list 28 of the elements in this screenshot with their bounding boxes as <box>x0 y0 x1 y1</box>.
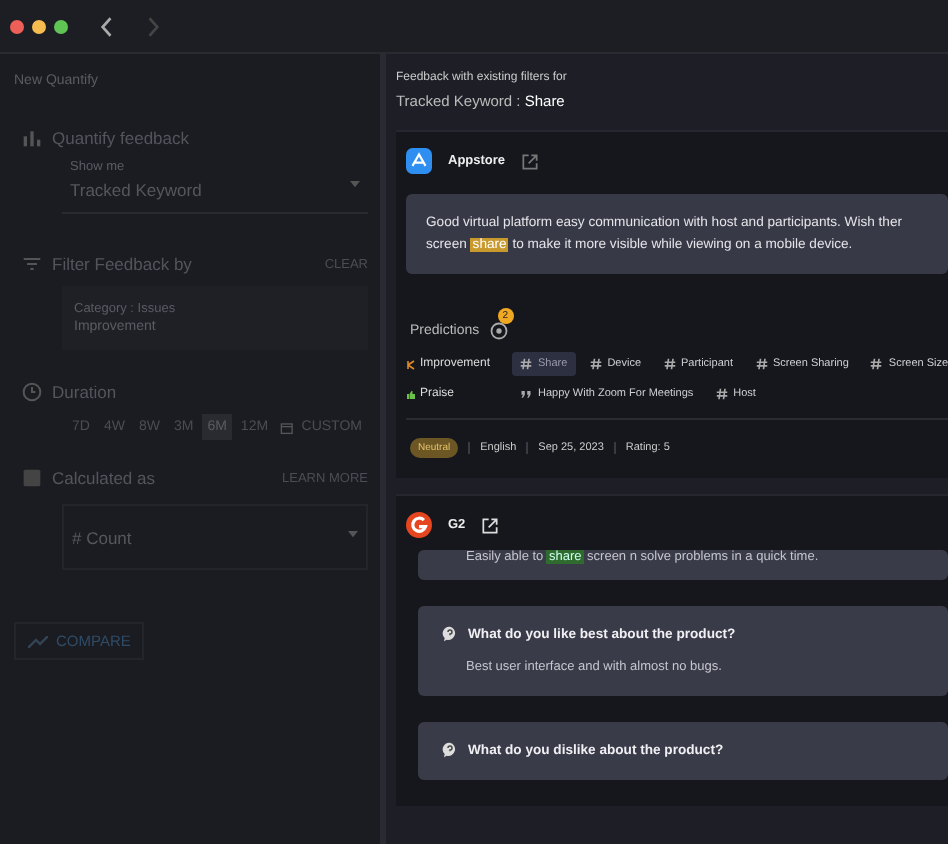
question-icon <box>442 626 458 642</box>
caret-icon <box>348 530 358 538</box>
hashtag-icon <box>663 358 675 370</box>
filter-icon <box>22 254 42 274</box>
trend-icon <box>28 635 48 647</box>
section-label: Calculated as <box>52 468 156 488</box>
section-label: Quantify feedback <box>52 128 190 148</box>
clock-icon <box>22 382 42 402</box>
zoom-window-button[interactable] <box>54 19 68 33</box>
hashtag-icon <box>520 358 532 370</box>
close-window-button[interactable] <box>10 19 24 33</box>
app-store-icon <box>406 148 432 174</box>
g2-logo-icon <box>406 512 432 538</box>
hashtag-icon <box>715 388 728 400</box>
back-icon[interactable] <box>100 15 114 37</box>
hashtag-icon <box>589 358 602 370</box>
caret-icon <box>350 180 360 188</box>
hashtag-icon <box>870 358 883 370</box>
section-label: Duration <box>52 382 117 402</box>
section-label: Filter Feedback by <box>52 254 192 274</box>
minimize-window-button[interactable] <box>32 19 46 33</box>
bar-chart-icon <box>22 128 42 148</box>
calendar-icon <box>280 419 294 435</box>
quote-icon <box>520 388 532 400</box>
calculation-dropdown[interactable]: # Count <box>62 504 368 570</box>
hashtag-icon <box>755 358 767 370</box>
question-icon <box>442 742 458 758</box>
thumbs-up-icon <box>406 389 416 399</box>
